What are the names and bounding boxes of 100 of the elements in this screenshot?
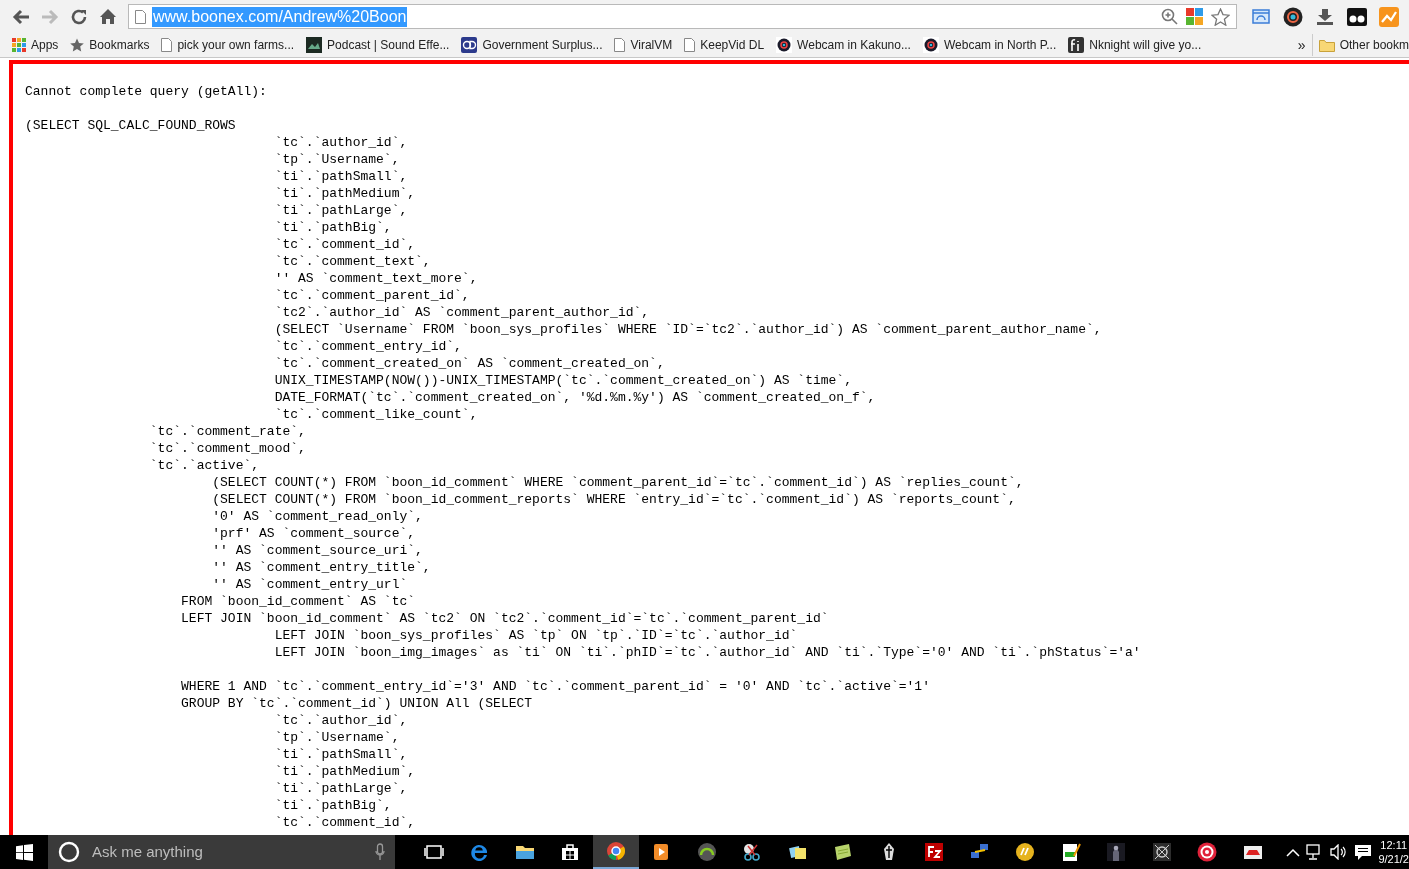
code-line: `ti`.`pathLarge`, xyxy=(273,780,409,797)
code-line: `ti`.`pathBig`, xyxy=(273,797,393,814)
forward-arrow-icon xyxy=(40,8,59,25)
microphone-icon[interactable] xyxy=(375,843,385,861)
bookmark-link[interactable]: ViralVM xyxy=(608,34,679,56)
url-text: www.boonex.com/Andrew%20Boon xyxy=(152,6,408,27)
code-line: `ti`.`pathMedium`, xyxy=(273,185,417,202)
code-line: `tc`.`comment_like_count`, xyxy=(273,406,479,423)
code-line: `tp`.`Username`, xyxy=(273,729,401,746)
page-icon xyxy=(684,38,696,52)
code-line: (SELECT COUNT(*) FROM `boon_id_comment` WHERE `comment_parent_id`=`tc`.`comment_id`) AS `replies_count`, xyxy=(211,474,1025,491)
clock-time[interactable]: 12:11 xyxy=(1378,838,1409,852)
bookmark-star-icon[interactable] xyxy=(1211,7,1230,26)
page-icon xyxy=(614,38,626,52)
code-line: DATE_FORMAT(`tc`.`comment_created_on`, '%d.%m.%y') AS `comment_created_on_f`, xyxy=(273,389,877,406)
code-line: 'prf' AS `comment_source`, xyxy=(211,525,417,542)
windows-logo-icon xyxy=(15,843,33,861)
code-line: `tc`.`active`, xyxy=(148,457,261,474)
code-line: `tc`.`author_id`, xyxy=(273,134,409,151)
page-icon xyxy=(135,9,146,24)
circle-icon xyxy=(58,841,80,863)
bookmark-link[interactable]: KeepVid DL xyxy=(678,34,771,56)
apps-grid-icon xyxy=(12,38,26,52)
bookmark-link[interactable]: Bookmarks xyxy=(64,34,156,56)
camera-lens-icon[interactable] xyxy=(1283,6,1303,27)
store-icon xyxy=(560,842,581,862)
code-line: (SELECT SQL_CALC_FOUND_ROWS xyxy=(25,117,237,134)
code-line: `tc`.`comment_text`, xyxy=(273,253,432,270)
taskbar-app-button[interactable] xyxy=(593,835,639,869)
code-line: `tc`.`comment_rate`, xyxy=(148,423,307,440)
notepad-icon xyxy=(833,842,854,862)
code-line: `tc`.`comment_parent_id`, xyxy=(273,287,471,304)
fz-logo-icon xyxy=(924,842,945,862)
code-line: '0' AS `comment_read_only`, xyxy=(211,508,424,525)
grid-logo-icon[interactable] xyxy=(1186,8,1203,25)
other-bookmarks-folder[interactable]: Other bookm xyxy=(1311,34,1409,56)
scissors-icon xyxy=(742,842,763,862)
fi-logo-icon xyxy=(1068,37,1085,53)
text-editor-icon xyxy=(1060,842,1081,862)
bookmark-link[interactable]: Nknight will give yo... xyxy=(1062,34,1208,56)
code-line: LEFT JOIN `boon_sys_profiles` AS `tp` ON `tp`.`ID`=`tc`.`author_id` xyxy=(273,627,799,644)
code-line: '' AS `comment_text_more`, xyxy=(273,270,479,287)
browser-e-icon xyxy=(469,842,490,862)
circle-logo-icon xyxy=(1015,842,1036,862)
code-line: (SELECT `Username` FROM `boon_sys_profiles` WHERE `ID`=`tc2`.`author_id`) AS `comment_parent_author_name`, xyxy=(273,321,1103,338)
download-icon[interactable] xyxy=(1316,7,1334,26)
page-icon xyxy=(161,38,173,52)
code-line: '' AS `comment_source_uri`, xyxy=(211,542,424,559)
gd-logo-icon xyxy=(461,37,478,53)
code-line: `ti`.`pathBig`, xyxy=(273,219,393,236)
bookmark-link[interactable]: Webcam in Kakuno... xyxy=(770,34,917,56)
code-line: `tc`.`comment_id`, xyxy=(273,814,417,831)
error-message: Cannot complete query (getAll): xyxy=(25,83,268,100)
clock-date[interactable]: 9/21/2 xyxy=(1378,852,1409,866)
code-line: `ti`.`pathMedium`, xyxy=(273,763,417,780)
code-line: LEFT JOIN `boon_img_images` as `ti` ON `ti`.`phID`=`tc`.`author_id` AND `ti`.`Type`='0' AND `ti`.`phStatus`='a' xyxy=(273,644,1142,661)
code-line: WHERE 1 AND `tc`.`comment_entry_id`='3' AND `tc`.`comment_parent_id` = '0' AND `tc`.`active`='1' xyxy=(180,678,931,695)
task-view-icon xyxy=(423,842,444,862)
chevron-up-icon[interactable] xyxy=(1286,847,1301,857)
star-icon xyxy=(70,38,85,52)
code-line: FROM `boon_id_comment` AS `tc` xyxy=(180,593,417,610)
search-bar[interactable]: Ask me anything xyxy=(48,835,395,869)
target-icon xyxy=(1197,842,1218,862)
thumbnail-icon xyxy=(306,37,323,53)
notification-icon[interactable] xyxy=(1354,843,1373,861)
webcam-icon xyxy=(776,37,793,53)
code-line: `tc`.`comment_id`, xyxy=(273,236,417,253)
gauge-icon xyxy=(696,842,717,862)
code-line: `tc`.`comment_entry_id`, xyxy=(273,338,463,355)
zoom-icon[interactable] xyxy=(1161,8,1178,25)
code-line: `ti`.`pathLarge`, xyxy=(273,202,409,219)
code-line: GROUP BY `tc`.`comment_id`) UNION All (SELECT xyxy=(180,695,534,712)
window-icon[interactable] xyxy=(1252,9,1270,24)
code-line: '' AS `comment_entry_title`, xyxy=(211,559,432,576)
code-line: `tc`.`comment_created_on` AS `comment_created_on`, xyxy=(273,355,666,372)
emblem-icon xyxy=(1151,842,1172,862)
code-line: `ti`.`pathSmall`, xyxy=(273,168,409,185)
bookmark-link[interactable]: Government Surplus... xyxy=(455,34,609,56)
bookmark-link[interactable]: Podcast | Sound Effe... xyxy=(300,34,456,56)
search-field[interactable]: Ask me anything xyxy=(90,839,365,865)
code-line: '' AS `comment_entry_url` xyxy=(211,576,409,593)
figure-icon xyxy=(1106,842,1127,862)
more-bookmarks-button[interactable]: » xyxy=(1291,34,1312,56)
reload-icon xyxy=(69,7,88,26)
volume-icon[interactable] xyxy=(1330,844,1349,860)
code-line: `tc2`.`author_id` AS `comment_parent_author_id`, xyxy=(273,304,651,321)
code-line: `tc`.`author_id`, xyxy=(273,712,409,729)
chrome-icon xyxy=(605,841,626,861)
code-line: `tp`.`Username`, xyxy=(273,151,401,168)
two-dots-icon[interactable] xyxy=(1347,7,1367,26)
code-line: LEFT JOIN `boon_id_comment` AS `tc2` ON `tc2`.`comment_id`=`tc`.`comment_parent_id` xyxy=(180,610,830,627)
folder-icon xyxy=(1318,38,1335,52)
bookmark-link[interactable]: Webcam in North P... xyxy=(916,34,1063,56)
back-arrow-icon xyxy=(11,8,30,25)
home-icon xyxy=(98,8,117,25)
code-line: UNIX_TIMESTAMP(NOW())-UNIX_TIMESTAMP(`tc`.`comment_created_on`) AS `time`, xyxy=(273,372,853,389)
bookmark-link[interactable]: pick your own farms... xyxy=(155,34,301,56)
bookmark-link[interactable]: Apps xyxy=(6,34,65,56)
code-line: (SELECT COUNT(*) FROM `boon_id_comment_reports` WHERE `entry_id`=`tc`.`comment_id`) AS `reports_count`, xyxy=(211,491,1017,508)
code-line: `ti`.`pathSmall`, xyxy=(273,746,409,763)
